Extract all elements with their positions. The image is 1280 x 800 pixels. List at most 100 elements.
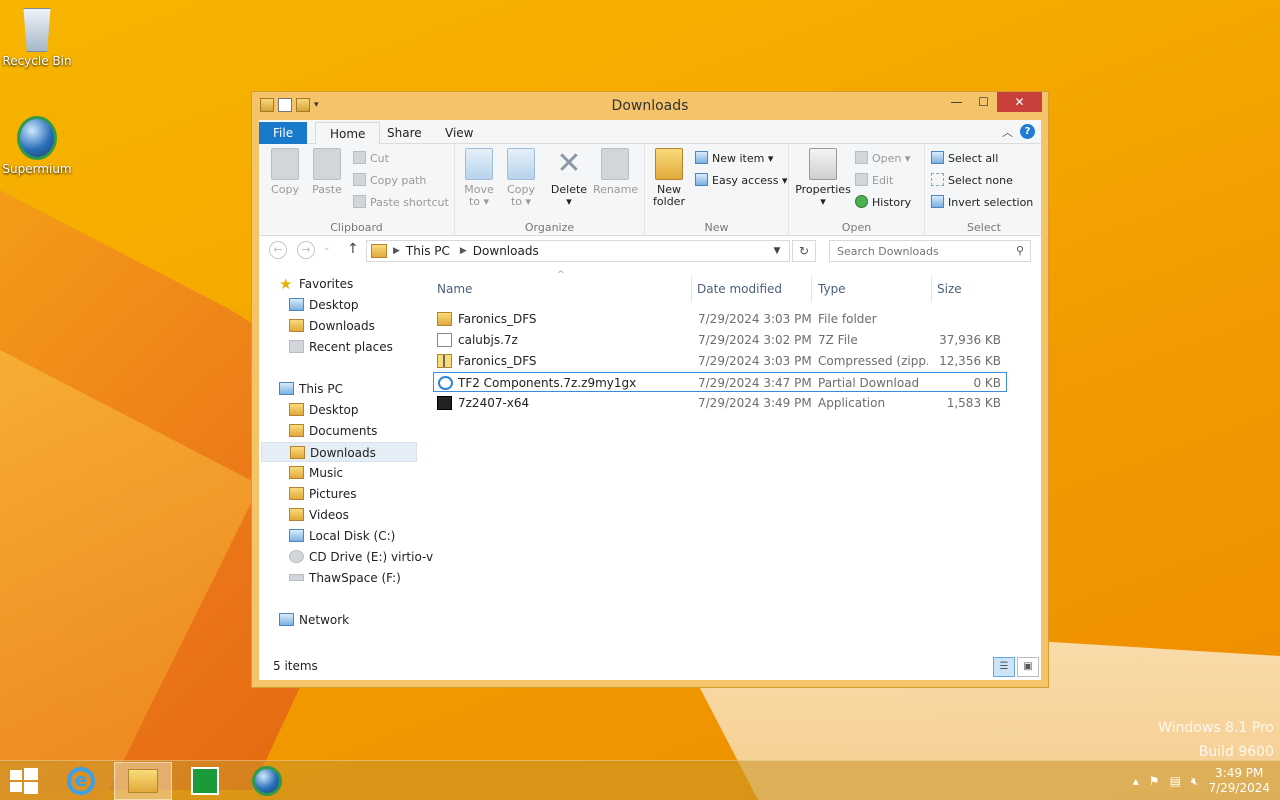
file-row[interactable]: calubjs.7z 7/29/2024 3:02 PM 7Z File 37,…	[433, 330, 1007, 350]
nav-pc-thawspace[interactable]: ThawSpace (F:)	[289, 568, 401, 588]
invert-selection-button[interactable]: Invert selection	[931, 194, 1033, 212]
tab-view[interactable]: View	[431, 122, 487, 144]
file-row[interactable]: 7z2407-x64 7/29/2024 3:49 PM Application…	[433, 393, 1007, 413]
item-count: 5 items	[273, 659, 318, 673]
open-button[interactable]: Open ▾	[855, 150, 910, 168]
show-hidden-icons-button[interactable]: ▴	[1133, 774, 1139, 788]
nav-pc-downloads[interactable]: Downloads	[261, 442, 417, 462]
taskbar-file-explorer[interactable]	[114, 762, 172, 800]
breadcrumb[interactable]: ▶ This PC ▶ Downloads ▼	[366, 240, 790, 262]
minimize-button[interactable]: —	[943, 92, 970, 112]
large-icons-view-button[interactable]: ▣	[1017, 657, 1039, 677]
select-none-button[interactable]: Select none	[931, 172, 1013, 190]
paste-shortcut-button[interactable]: Paste shortcut	[353, 194, 449, 212]
nav-fav-desktop[interactable]: Desktop	[289, 295, 359, 315]
file-name: Faronics_DFS	[458, 354, 537, 368]
refresh-button[interactable]: ↻	[792, 240, 816, 262]
collapse-ribbon-icon[interactable]: ︿	[1002, 124, 1013, 140]
back-button[interactable]: ←	[269, 241, 287, 259]
new-folder-button[interactable]: New folder	[649, 148, 689, 208]
copy-button[interactable]: Copy	[265, 148, 305, 196]
file-row[interactable]: Faronics_DFS 7/29/2024 3:03 PM Compresse…	[433, 351, 1007, 371]
file-name: Faronics_DFS	[458, 312, 537, 326]
paste-button[interactable]: Paste	[307, 148, 347, 196]
history-button[interactable]: History	[855, 194, 911, 212]
breadcrumb-this-pc[interactable]: This PC	[406, 244, 450, 258]
explorer-window[interactable]: ▾ Downloads — ☐ ✕ File Home Share View ︿…	[251, 91, 1049, 688]
search-input[interactable]	[830, 241, 1000, 261]
up-arrow-icon[interactable]: ↑	[347, 241, 359, 257]
taskbar-supermium[interactable]	[238, 762, 296, 800]
nav-this-pc[interactable]: This PC	[279, 379, 343, 399]
nav-pc-pictures[interactable]: Pictures	[289, 484, 357, 504]
nav-pc-local-disk[interactable]: Local Disk (C:)	[289, 526, 395, 546]
network-status-icon[interactable]: ▤	[1170, 774, 1181, 788]
title-bar[interactable]: ▾ Downloads — ☐ ✕	[252, 92, 1048, 120]
file-type: Application	[818, 396, 886, 410]
nav-pc-cd-drive[interactable]: CD Drive (E:) virtio-v	[289, 547, 433, 567]
taskbar-store[interactable]	[176, 762, 234, 800]
nav-label: Favorites	[299, 277, 354, 291]
nav-network[interactable]: Network	[279, 610, 349, 630]
file-size: 37,936 KB	[939, 333, 1001, 347]
nav-pc-documents[interactable]: Documents	[289, 421, 377, 441]
column-header-size[interactable]: Size	[937, 279, 1007, 299]
clock[interactable]: 3:49 PM 7/29/2024	[1208, 766, 1270, 796]
address-dropdown-icon[interactable]: ▼	[765, 241, 789, 261]
easy-access-button[interactable]: Easy access ▾	[695, 172, 788, 190]
move-to-button[interactable]: Move to ▾	[459, 148, 499, 208]
desktop-icon-supermium[interactable]: Supermium	[2, 116, 72, 176]
tab-share[interactable]: Share	[373, 122, 436, 144]
file-size: 12,356 KB	[939, 354, 1001, 368]
search-box[interactable]: ⚲	[829, 240, 1031, 262]
file-row-selected[interactable]: TF2 Components.7z.z9my1gx 7/29/2024 3:47…	[433, 372, 1007, 392]
action-center-flag-icon[interactable]: ⚑	[1149, 774, 1160, 788]
recent-locations-chevron-icon[interactable]: ⌄	[323, 243, 331, 253]
forward-button[interactable]: →	[297, 241, 315, 259]
start-button[interactable]	[10, 768, 38, 794]
breadcrumb-downloads[interactable]: Downloads	[473, 244, 539, 258]
copy-to-button[interactable]: Copy to ▾	[501, 148, 541, 208]
new-item-button[interactable]: New item ▾	[695, 150, 773, 168]
nav-pc-desktop[interactable]: Desktop	[289, 400, 359, 420]
column-divider[interactable]	[691, 276, 692, 302]
delete-button[interactable]: ✕ Delete ▾	[549, 148, 589, 208]
cut-button[interactable]: Cut	[353, 150, 389, 168]
copy-path-button[interactable]: Copy path	[353, 172, 426, 190]
nav-label: Network	[299, 613, 350, 627]
recent-places-icon	[289, 340, 304, 353]
column-divider[interactable]	[931, 276, 932, 302]
taskbar-internet-explorer[interactable]: e	[52, 762, 110, 800]
copy-path-label: Copy path	[370, 174, 427, 187]
file-row[interactable]: Faronics_DFS 7/29/2024 3:03 PM File fold…	[433, 309, 1007, 329]
close-button[interactable]: ✕	[997, 92, 1042, 112]
rename-button[interactable]: Rename	[593, 148, 638, 196]
select-all-button[interactable]: Select all	[931, 150, 998, 168]
nav-label: Music	[309, 466, 344, 480]
group-label: Organize	[524, 221, 575, 234]
help-icon[interactable]: ?	[1020, 124, 1035, 139]
watermark-edition: Windows 8.1 Pro	[1158, 720, 1274, 736]
column-header-name[interactable]: Name	[437, 279, 687, 299]
copy-path-icon	[353, 173, 366, 186]
properties-button[interactable]: Properties ▾	[793, 148, 853, 208]
nav-fav-downloads[interactable]: Downloads	[289, 316, 375, 336]
nav-fav-recent-places[interactable]: Recent places	[289, 337, 393, 357]
nav-pc-videos[interactable]: Videos	[289, 505, 349, 525]
tab-file[interactable]: File	[259, 122, 308, 144]
column-divider[interactable]	[811, 276, 812, 302]
file-date: 7/29/2024 3:49 PM	[698, 396, 812, 410]
folder-icon	[437, 312, 452, 326]
search-icon[interactable]: ⚲	[1016, 244, 1024, 257]
details-view-button[interactable]: ☰	[993, 657, 1015, 677]
clock-time: 3:49 PM	[1215, 766, 1264, 780]
column-header-type[interactable]: Type	[818, 279, 928, 299]
tab-home[interactable]: Home	[315, 122, 381, 145]
desktop-icon-recycle-bin[interactable]: Recycle Bin	[2, 8, 72, 68]
column-header-date[interactable]: Date modified	[697, 279, 807, 299]
maximize-button[interactable]: ☐	[970, 92, 997, 112]
nav-favorites[interactable]: ★ Favorites	[279, 274, 353, 294]
volume-muted-icon[interactable]: 🔇︎	[1191, 774, 1199, 789]
nav-pc-music[interactable]: Music	[289, 463, 343, 483]
edit-button[interactable]: Edit	[855, 172, 893, 190]
